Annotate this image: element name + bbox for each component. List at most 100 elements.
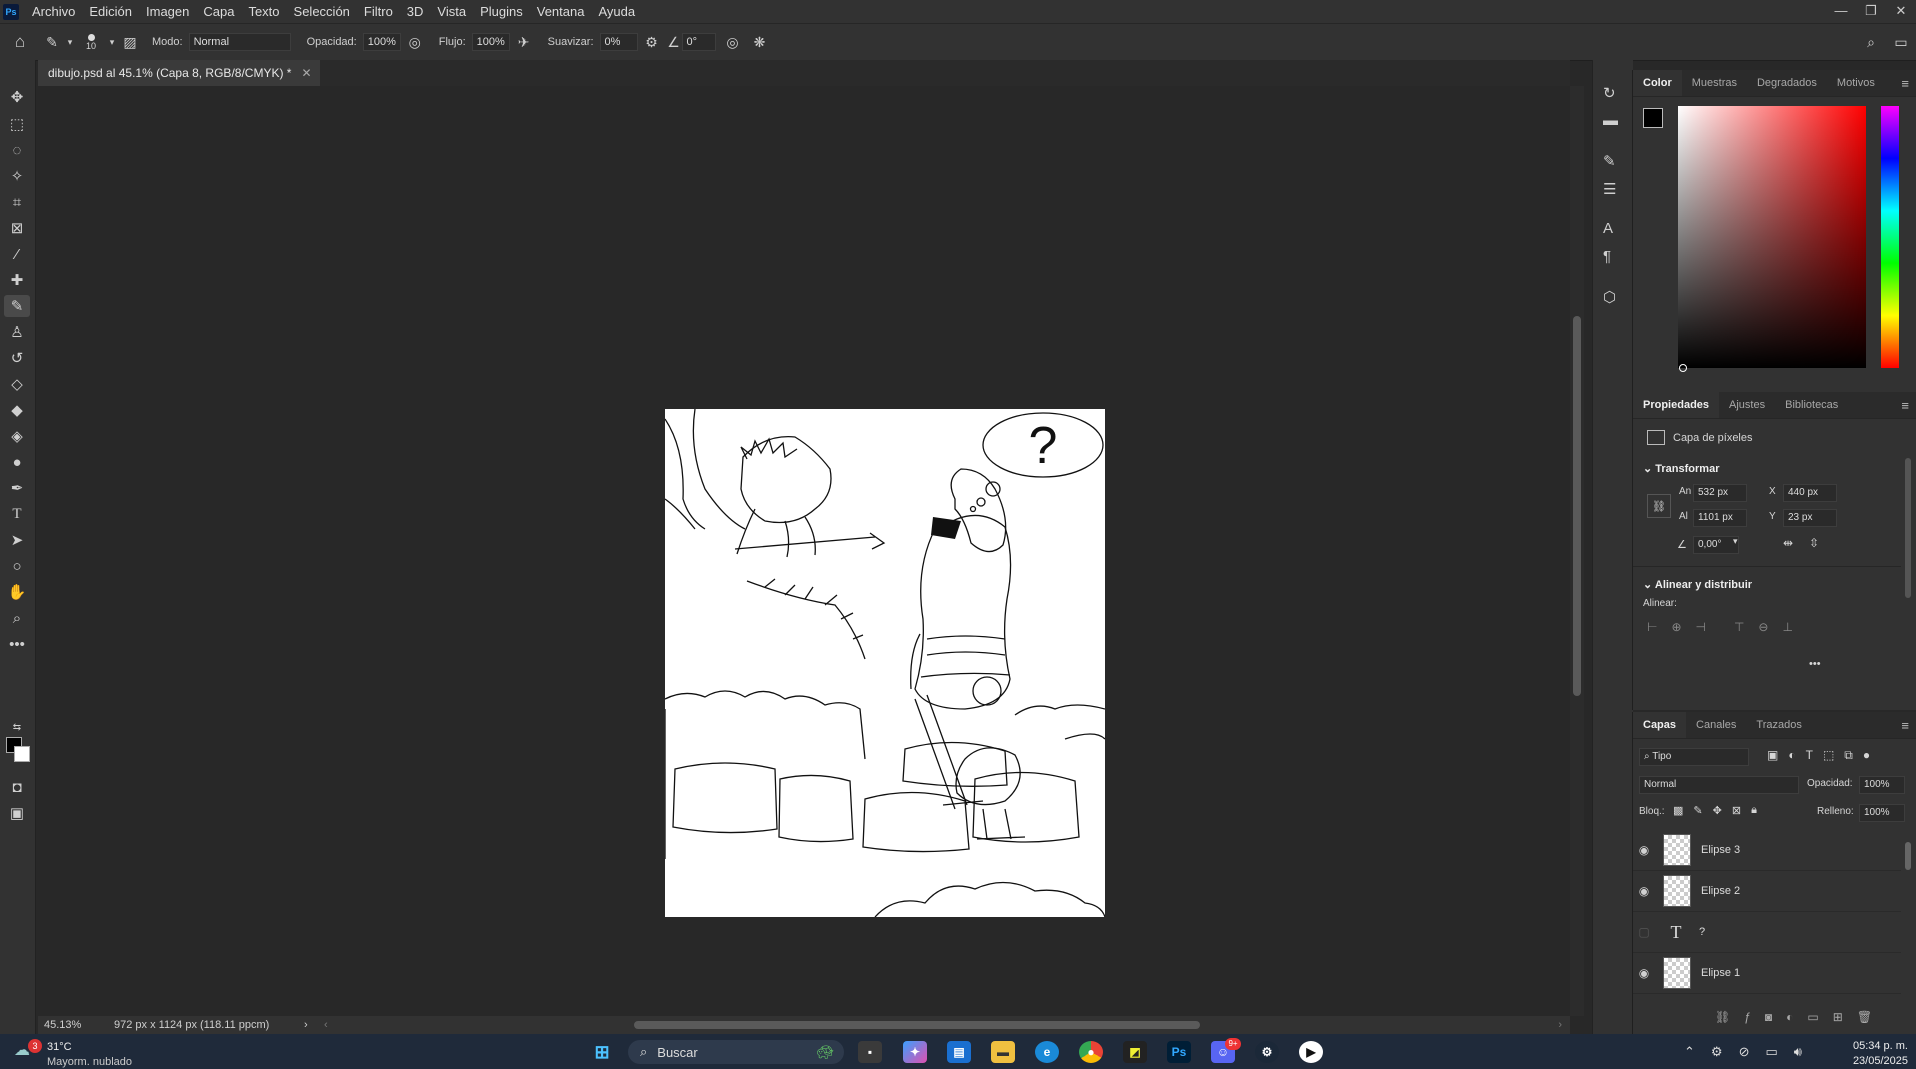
clock-time[interactable]: 05:34 p. m. [1832,1040,1908,1052]
brush-size-picker[interactable]: 10 [76,33,106,51]
blur-tool-icon[interactable]: ◈ [4,425,30,447]
tab-channels[interactable]: Canales [1686,712,1746,738]
stamp-tool-icon[interactable]: ♙ [4,321,30,343]
brush-tool-icon[interactable]: ✎ [4,295,30,317]
lock-artboard-icon[interactable]: ⊠ [1732,804,1741,817]
eyedropper-tool-icon[interactable]: ⁄ [4,243,30,265]
layers-scrollbar[interactable] [1905,842,1911,870]
volume-icon[interactable]: 🔊︎ [1794,1044,1802,1060]
properties-scrollbar[interactable] [1905,458,1911,598]
filter-pixel-icon[interactable]: ▣ [1767,748,1778,763]
paragraph-panel-icon[interactable]: ¶ [1603,248,1611,265]
steam-icon[interactable]: ⚙ [1255,1041,1279,1063]
chrome-icon[interactable]: ● [1079,1041,1103,1063]
align-center-h-icon[interactable]: ⊕ [1671,620,1681,634]
height-input[interactable]: 1101 px [1693,509,1747,527]
swap-colors-icon[interactable]: ⇆ [4,716,30,738]
menu-edicion[interactable]: Edición [82,0,139,23]
more-options-icon[interactable]: ••• [1809,658,1821,670]
document-tab[interactable]: dibujo.psd al 45.1% (Capa 8, RGB/8/CMYK)… [38,60,320,86]
panel-menu-icon[interactable]: ≡ [1901,718,1909,733]
windows-start-icon[interactable]: ⊞ [590,1041,614,1063]
task-view-icon[interactable]: ▪ [858,1041,882,1063]
tab-color[interactable]: Color [1633,70,1682,96]
mode-select[interactable]: Normal [188,33,291,51]
transform-section-header[interactable]: ⌄ Transformar [1643,462,1719,475]
lock-pixels-icon[interactable]: ✎ [1693,804,1702,817]
smoothing-input[interactable]: 0% [599,33,638,51]
search-icon[interactable]: ⌕ [1856,34,1886,51]
brush-settings-icon[interactable]: ▨ [118,34,142,51]
edge-icon[interactable]: e [1035,1041,1059,1063]
chevron-down-icon[interactable]: ▾ [1733,536,1738,547]
layer-filter-select[interactable]: ⌕ Tipo [1639,748,1749,766]
pressure-opacity-icon[interactable]: ◎ [401,34,429,51]
background-color-swatch[interactable] [14,746,30,762]
taskbar-search[interactable]: ⌕ Buscar 🐢︎ [628,1040,844,1064]
tab-properties[interactable]: Propiedades [1633,392,1720,418]
align-left-icon[interactable]: ⊢ [1647,620,1657,634]
filter-adjustment-icon[interactable]: ◐ [1788,748,1795,763]
flip-vertical-icon[interactable]: ⇳ [1809,536,1819,550]
chevron-down-icon[interactable]: ▾ [106,37,118,48]
color-picker-cursor[interactable] [1679,364,1687,372]
weather-desc[interactable]: Mayorm. nublado [47,1056,132,1068]
hand-tool-icon[interactable]: ✋ [4,581,30,603]
home-icon[interactable]: ⌂ [0,32,40,52]
lock-position-icon[interactable]: ✥ [1713,804,1722,817]
add-mask-icon[interactable]: ◙ [1765,1010,1772,1024]
airbrush-icon[interactable]: ✈ [510,34,538,51]
tab-adjustments[interactable]: Ajustes [1719,392,1775,418]
horizontal-scrollbar-thumb[interactable] [634,1021,1200,1029]
chevron-right-icon[interactable]: › [304,1019,324,1031]
move-tool-icon[interactable]: ✥ [4,86,30,108]
visibility-eye-icon[interactable]: ◉ [1633,966,1655,980]
store-icon[interactable]: ▤ [947,1041,971,1063]
tab-patterns[interactable]: Motivos [1827,70,1885,96]
new-layer-icon[interactable]: ⊞ [1833,1010,1843,1024]
panel-menu-icon[interactable]: ≡ [1901,398,1909,413]
paint-bucket-tool-icon[interactable]: ◆ [4,399,30,421]
close-tab-icon[interactable]: ✕ [301,66,311,80]
healing-tool-icon[interactable]: ✚ [4,269,30,291]
display-icon[interactable]: ▭ [1765,1044,1777,1060]
more-tools-icon[interactable]: ••• [4,633,30,655]
visibility-eye-icon[interactable]: ◉ [1633,843,1655,857]
filter-shape-icon[interactable]: ⬚ [1823,748,1834,763]
foreground-color-swatch[interactable] [1643,108,1663,128]
align-right-icon[interactable]: ⊣ [1696,620,1706,634]
menu-imagen[interactable]: Imagen [139,0,196,23]
pen-tool-icon[interactable]: ✒ [4,477,30,499]
marquee-tool-icon[interactable]: ⬚ [4,113,30,135]
screen-mode-icon[interactable]: ▣ [4,802,30,824]
layer-row[interactable]: ◉ Elipse 1 [1633,953,1901,994]
tab-libraries[interactable]: Bibliotecas [1775,392,1848,418]
menu-ventana[interactable]: Ventana [530,0,592,23]
history-brush-tool-icon[interactable]: ↺ [4,347,30,369]
color-picker-field[interactable] [1678,106,1866,368]
restore-button[interactable]: ❐ [1856,0,1886,22]
3d-panel-icon[interactable]: ⬡ [1603,288,1616,306]
tab-swatches[interactable]: Muestras [1682,70,1747,96]
scroll-right-icon[interactable]: › [1558,1019,1562,1031]
opacity-input[interactable]: 100% [362,33,401,51]
x-input[interactable]: 440 px [1783,484,1837,502]
link-dimensions-icon[interactable]: ⛓ [1647,494,1671,518]
filter-type-icon[interactable]: T [1806,748,1813,763]
vertical-scrollbar[interactable] [1570,86,1584,1016]
comments-panel-icon[interactable]: ▬ [1603,112,1618,129]
adjustment-layer-icon[interactable]: ◐ [1786,1010,1793,1024]
align-section-header[interactable]: ⌄ Alinear y distribuir [1643,578,1752,591]
flip-horizontal-icon[interactable]: ⇹ [1783,536,1793,550]
layer-row[interactable]: ◉ Elipse 2 [1633,871,1901,912]
frame-tool-icon[interactable]: ⊠ [4,217,30,239]
chevron-down-icon[interactable]: ▾ [64,37,76,48]
visibility-eye-icon[interactable]: ◉ [1633,884,1655,898]
close-window-button[interactable]: ✕ [1886,0,1916,22]
brushes-panel-icon[interactable]: ✎ [1603,152,1616,170]
tab-gradients[interactable]: Degradados [1747,70,1827,96]
file-explorer-icon[interactable]: ▬ [991,1041,1015,1063]
layer-row[interactable]: ◉ Elipse 3 [1633,830,1901,871]
weather-temp[interactable]: 31°C [47,1041,72,1053]
menu-seleccion[interactable]: Selección [287,0,357,23]
